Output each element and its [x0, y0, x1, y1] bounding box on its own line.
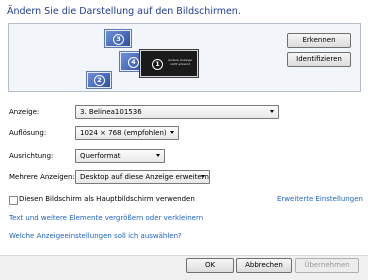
monitor-2[interactable]: 2	[87, 72, 111, 88]
chevron-down-icon	[201, 175, 205, 178]
chevron-down-icon	[170, 131, 174, 134]
orientation-value: Querformat	[80, 152, 121, 160]
multiple-displays-select[interactable]: Desktop auf diese Anzeige erweitern	[75, 170, 210, 184]
cancel-button[interactable]: Abbrechen	[236, 258, 292, 273]
advanced-settings-link[interactable]: Erweiterte Einstellungen	[277, 195, 363, 203]
apply-button[interactable]: Übernehmen	[295, 258, 359, 273]
ok-button[interactable]: OK	[186, 258, 234, 273]
footer-divider	[0, 255, 368, 256]
display-label: Anzeige:	[9, 108, 40, 116]
which-settings-link[interactable]: Welche Anzeigeeinstellungen soll ich aus…	[9, 232, 182, 240]
detect-button[interactable]: Erkennen	[287, 33, 351, 48]
chevron-down-icon	[156, 154, 160, 157]
display-select[interactable]: 3. Belinea101536	[75, 105, 279, 119]
resolution-label: Auflösung:	[9, 129, 47, 137]
identify-button[interactable]: Identifizieren	[287, 52, 351, 67]
monitor-3[interactable]: 3	[105, 30, 131, 47]
main-display-checkbox-label: Diesen Bildschirm als Hauptbildschirm ve…	[19, 195, 195, 203]
page-title: Ändern Sie die Darstellung auf den Bilds…	[7, 6, 241, 17]
display-value: 3. Belinea101536	[80, 108, 142, 116]
multiple-displays-label: Mehrere Anzeigen:	[9, 173, 75, 181]
resolution-value: 1024 × 768 (empfohlen)	[80, 129, 167, 137]
resolution-select[interactable]: 1024 × 768 (empfohlen)	[75, 126, 179, 140]
orientation-select[interactable]: Querformat	[75, 149, 165, 163]
text-size-link[interactable]: Text und weitere Elemente vergrößern ode…	[9, 214, 203, 222]
monitor-number-badge: 1	[152, 58, 163, 70]
multiple-displays-value: Desktop auf diese Anzeige erweitern	[80, 173, 209, 181]
monitor-number-badge: 3	[113, 33, 124, 45]
monitor-number-badge: 2	[94, 75, 105, 86]
display-settings-page: Ändern Sie die Darstellung auf den Bilds…	[0, 0, 368, 255]
monitor-preview-text: Andere Anzeige nicht erkannt	[168, 58, 192, 66]
monitor-1-selected[interactable]: 1 Andere Anzeige nicht erkannt	[140, 50, 198, 77]
monitor-number-badge: 4	[128, 56, 139, 68]
chevron-down-icon	[270, 110, 274, 113]
main-display-checkbox[interactable]	[9, 196, 18, 205]
orientation-label: Ausrichtung:	[9, 152, 54, 160]
